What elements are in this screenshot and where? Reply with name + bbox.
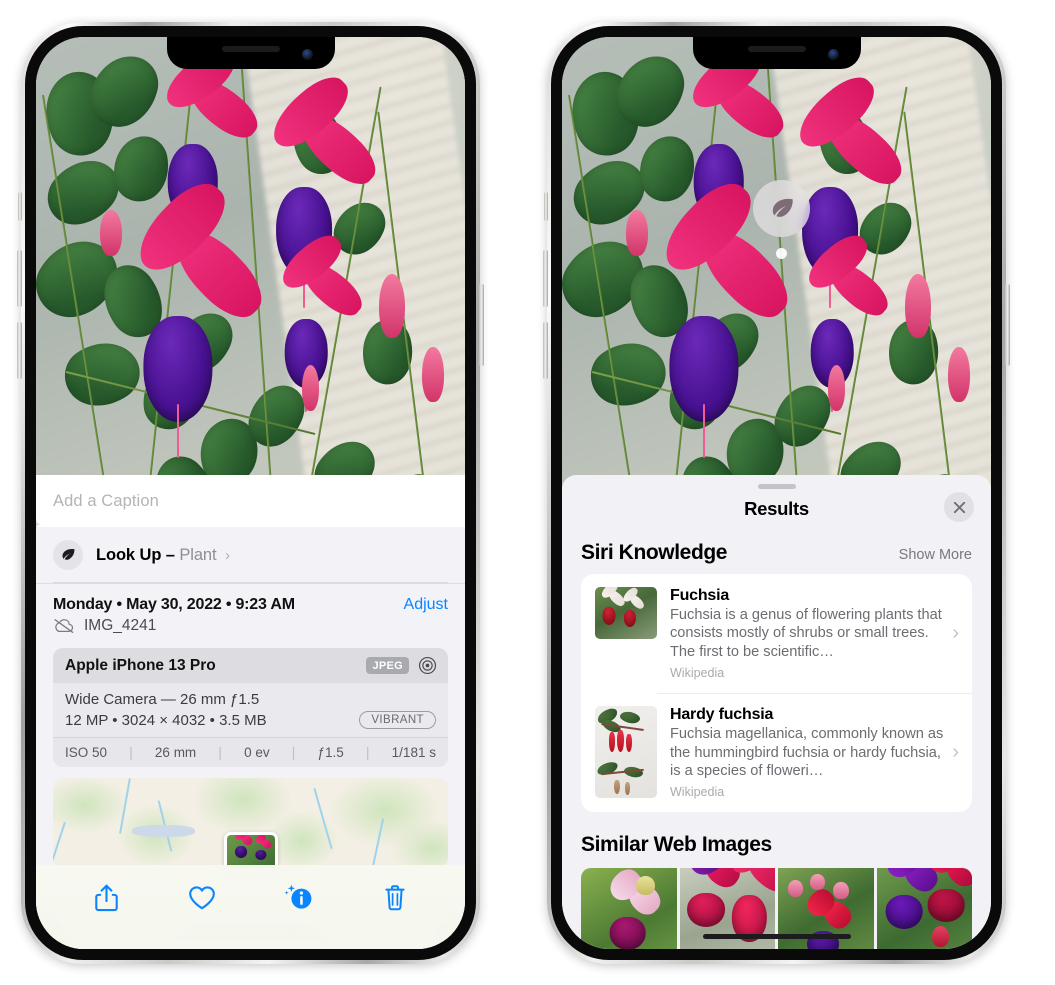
section-title: Similar Web Images	[581, 833, 772, 857]
look-up-label: Look Up – Plant ›	[96, 546, 230, 565]
leaf-icon	[53, 540, 83, 570]
result-description: Fuchsia is a genus of flowering plants t…	[670, 607, 942, 660]
result-thumbnail	[595, 587, 657, 639]
front-camera-icon	[827, 49, 839, 60]
web-image-4[interactable]	[876, 868, 972, 949]
photo-info-sheet: Add a Caption Look Up – Plant › Monday •…	[36, 475, 465, 949]
home-indicator[interactable]	[702, 934, 851, 939]
result-title: Fuchsia	[670, 587, 730, 604]
notch	[166, 37, 335, 69]
list-item[interactable]: Fuchsia Fuchsia is a genus of flowering …	[581, 574, 972, 693]
info-button[interactable]	[277, 879, 321, 917]
page-title: Results	[744, 498, 809, 519]
location-map[interactable]	[53, 778, 448, 868]
web-image-1[interactable]	[581, 868, 677, 949]
delete-button[interactable]	[373, 879, 417, 917]
divider: |	[129, 745, 133, 760]
right-phone-screen: Results Siri Knowledge Show More Fuchsia…	[562, 37, 991, 949]
exif-card[interactable]: Apple iPhone 13 Pro JPEG Wide Camera — 2…	[53, 648, 448, 767]
chevron-right-icon: ›	[224, 546, 230, 564]
right-iphone-frame: Results Siri Knowledge Show More Fuchsia…	[543, 22, 1010, 964]
volume-down-button[interactable]	[17, 322, 22, 379]
results-sheet: Results Siri Knowledge Show More Fuchsia…	[562, 475, 991, 949]
aperture-icon	[418, 656, 437, 675]
adjust-button[interactable]: Adjust	[404, 596, 448, 614]
notch	[692, 37, 861, 69]
caption-placeholder: Add a Caption	[53, 491, 159, 510]
left-iphone-frame: Add a Caption Look Up – Plant › Monday •…	[17, 22, 484, 964]
result-source: Wikipedia	[670, 785, 725, 800]
exif-lens-block: Wide Camera — 26 mm ƒ1.5 12 MP • 3024 × …	[53, 683, 448, 737]
look-up-row[interactable]: Look Up – Plant ›	[36, 519, 465, 584]
exif-iso: ISO 50	[65, 745, 108, 760]
file-name: IMG_4241	[84, 617, 157, 634]
photo-toolbar	[36, 865, 465, 949]
power-button[interactable]	[1005, 284, 1010, 366]
chevron-right-icon: ›	[952, 622, 959, 645]
divider: |	[365, 745, 370, 760]
photo-date: Monday • May 30, 2022 • 9:23 AM	[53, 596, 295, 613]
results-header: Results	[562, 489, 991, 522]
lens-line: Wide Camera — 26 mm ƒ1.5	[65, 691, 260, 708]
volume-down-button[interactable]	[543, 322, 548, 379]
exif-ev: 0 ev	[244, 745, 270, 760]
divider: |	[291, 745, 296, 760]
format-badge: JPEG	[366, 657, 409, 674]
power-button[interactable]	[479, 284, 484, 366]
photographic-style-badge: VIBRANT	[359, 711, 436, 729]
favorite-button[interactable]	[180, 879, 224, 917]
share-button[interactable]	[84, 879, 128, 917]
lookup-plant-badge[interactable]	[753, 180, 810, 259]
earpiece-speaker	[221, 46, 280, 52]
siri-knowledge-header: Siri Knowledge Show More	[562, 520, 991, 574]
exif-device-row: Apple iPhone 13 Pro JPEG	[53, 648, 448, 683]
exif-focal: 26 mm	[154, 745, 197, 760]
similar-web-images-header: Similar Web Images	[562, 812, 991, 866]
sparkle-icon	[36, 518, 48, 538]
siri-knowledge-cards: Fuchsia Fuchsia is a genus of flowering …	[581, 574, 972, 813]
result-source: Wikipedia	[670, 666, 725, 681]
close-button[interactable]	[944, 492, 974, 522]
divider: |	[218, 745, 222, 760]
look-up-subject: Plant	[179, 545, 217, 564]
list-item[interactable]: Hardy fuchsia Fuchsia magellanica, commo…	[581, 693, 972, 812]
left-phone-screen: Add a Caption Look Up – Plant › Monday •…	[36, 37, 465, 949]
chevron-right-icon: ›	[952, 741, 959, 764]
photo-thumbnail-pin[interactable]	[223, 832, 278, 868]
specs-line: 12 MP • 3024 × 4032 • 3.5 MB	[65, 711, 267, 729]
badge-anchor-dot	[776, 248, 787, 259]
silent-switch[interactable]	[18, 192, 22, 221]
file-row: IMG_4241	[36, 614, 465, 635]
show-more-button[interactable]: Show More	[899, 547, 972, 563]
caption-input-row[interactable]: Add a Caption	[36, 475, 465, 527]
exif-aperture: ƒ1.5	[317, 745, 344, 760]
device-name: Apple iPhone 13 Pro	[65, 656, 216, 674]
result-thumbnail	[595, 706, 657, 799]
front-camera-icon	[301, 49, 313, 60]
leaf-icon	[753, 180, 810, 237]
exif-shutter: 1/181 s	[391, 745, 436, 760]
right-phone-bezel: Results Siri Knowledge Show More Fuchsia…	[551, 26, 1002, 960]
volume-up-button[interactable]	[543, 250, 548, 307]
volume-up-button[interactable]	[17, 250, 22, 307]
exif-settings-row: ISO 50 | 26 mm | 0 ev | ƒ1.5 | 1/181 s	[53, 737, 448, 767]
look-up-title: Look Up –	[96, 545, 175, 564]
icloud-slash-icon	[53, 618, 75, 634]
date-row: Monday • May 30, 2022 • 9:23 AM Adjust	[36, 584, 465, 614]
left-phone-bezel: Add a Caption Look Up – Plant › Monday •…	[25, 26, 476, 960]
result-title: Hardy fuchsia	[670, 706, 774, 724]
earpiece-speaker	[747, 46, 806, 52]
result-description: Fuchsia magellanica, commonly known as t…	[670, 726, 944, 779]
section-title: Siri Knowledge	[581, 541, 728, 564]
silent-switch[interactable]	[544, 192, 548, 221]
screenshot-stage: Add a Caption Look Up – Plant › Monday •…	[0, 0, 1055, 985]
